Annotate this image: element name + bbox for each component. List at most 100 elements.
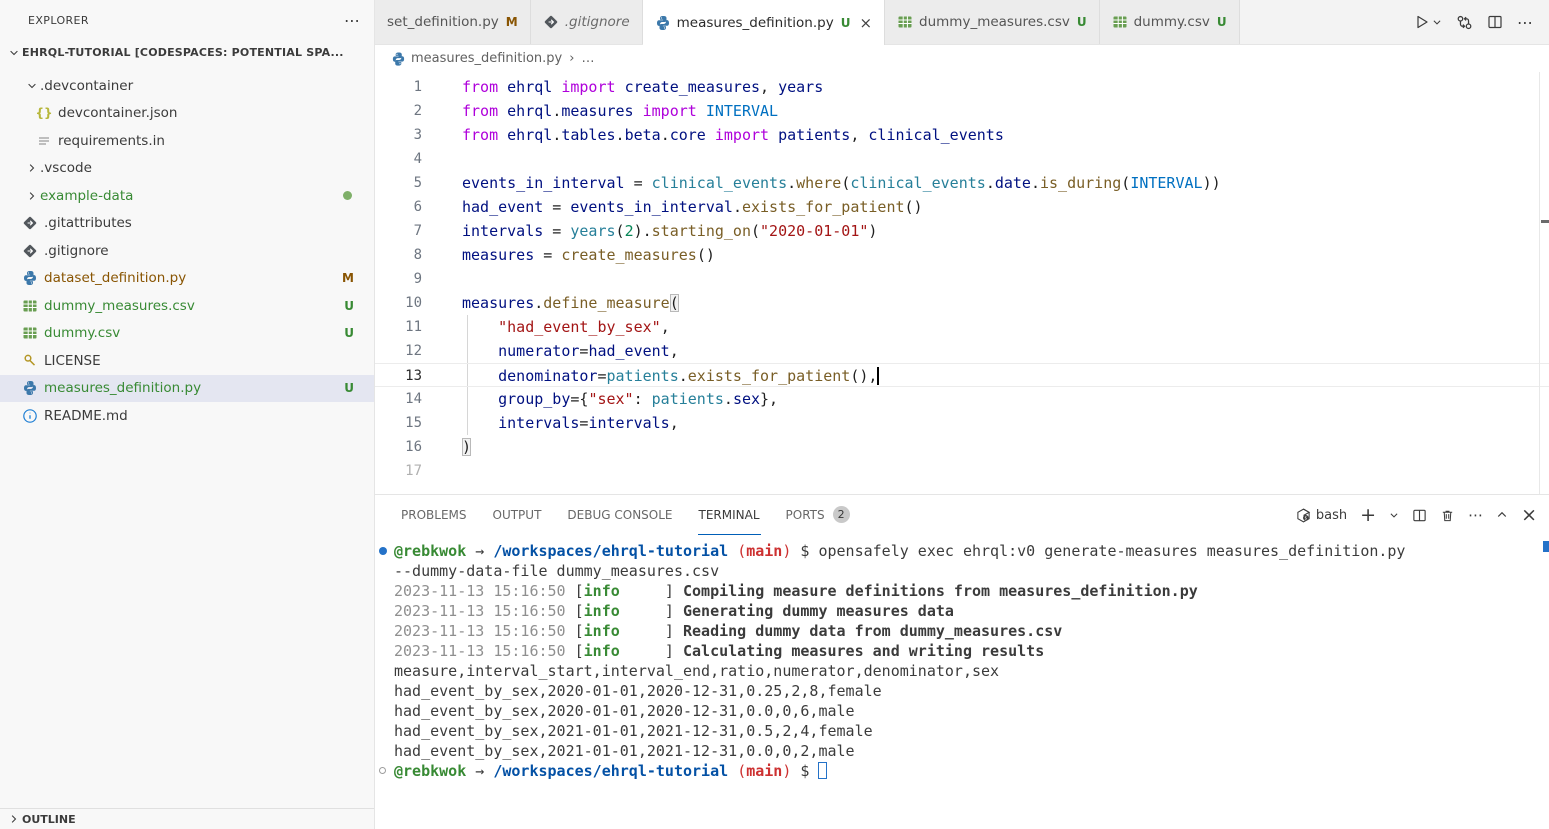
git-file-icon <box>543 14 559 30</box>
code-line-17: 17 <box>375 459 1549 483</box>
line-number: 17 <box>375 459 445 483</box>
code-editor[interactable]: 1from ehrql import create_measures, year… <box>375 72 1549 494</box>
panel-tab-debug-console[interactable]: DEBUG CONSOLE <box>566 495 673 535</box>
list-file-icon <box>36 133 52 149</box>
terminal-line: 2023-11-13 15:16:50 [info ] Compiling me… <box>375 581 1535 601</box>
code-line-6: 6had_event = events_in_interval.exists_f… <box>375 195 1549 219</box>
terminal-command-decoration <box>1543 541 1549 552</box>
tab-bar: set_definition.pyM.gitignoremeasures_def… <box>375 0 1549 45</box>
tab-measures-definition-py[interactable]: measures_definition.pyU× <box>643 0 885 45</box>
terminal-gutter <box>375 601 394 621</box>
panel-tab-problems[interactable]: PROBLEMS <box>400 495 468 535</box>
code-line-1: 1from ehrql import create_measures, year… <box>375 75 1549 99</box>
file-label: dummy_measures.csv <box>44 298 195 314</box>
shell-label: bash <box>1316 508 1347 523</box>
panel-tab-output[interactable]: OUTPUT <box>492 495 543 535</box>
editor-scrollbar[interactable] <box>1539 72 1549 494</box>
terminal-gutter <box>375 701 394 721</box>
open-changes-icon[interactable] <box>1456 14 1473 31</box>
explorer-more-actions-icon[interactable]: ⋯ <box>344 11 360 30</box>
line-number: 4 <box>375 147 445 171</box>
terminal-dropdown-icon[interactable] <box>1389 510 1399 520</box>
tree-item-dummy-csv[interactable]: dummy.csv U <box>0 320 374 348</box>
tab-dummy-measures-csv[interactable]: dummy_measures.csv U <box>885 0 1100 44</box>
code-line-10: 10measures.define_measure( <box>375 291 1549 315</box>
file-label: .gitignore <box>44 243 109 259</box>
tab-label: set_definition.py <box>387 14 499 30</box>
tree-item-devcontainer-json[interactable]: {} devcontainer.json <box>0 100 374 128</box>
terminal-line: measure,interval_start,interval_end,rati… <box>375 661 1535 681</box>
close-panel-icon[interactable]: × <box>1521 504 1537 526</box>
line-number: 15 <box>375 411 445 435</box>
tree-item-license[interactable]: LICENSE <box>0 347 374 375</box>
code-line-15: 15 intervals=intervals, <box>375 411 1549 435</box>
kill-terminal-button[interactable] <box>1440 508 1455 523</box>
chevron-down-icon <box>24 78 40 94</box>
tree-item-measures-definition-py[interactable]: measures_definition.pyU <box>0 375 374 403</box>
split-editor-button[interactable] <box>1487 14 1503 30</box>
terminal-gutter <box>375 561 394 581</box>
panel-more-actions-icon[interactable]: ⋯ <box>1468 506 1483 524</box>
tree-item-dummy-measures-csv[interactable]: dummy_measures.csvU <box>0 292 374 320</box>
line-number: 6 <box>375 195 445 219</box>
tree-item-dataset-definition-py[interactable]: dataset_definition.pyM <box>0 265 374 293</box>
close-tab-icon[interactable]: × <box>859 14 872 32</box>
git-file-icon <box>22 215 38 231</box>
tree-item--vscode[interactable]: .vscode <box>0 155 374 183</box>
line-number: 11 <box>375 315 445 339</box>
tree-item-readme-md[interactable]: README.md <box>0 402 374 430</box>
tab-label: dummy_measures.csv <box>919 14 1070 30</box>
file-label: dummy.csv <box>44 325 120 341</box>
tab--gitignore[interactable]: .gitignore <box>531 0 643 44</box>
code-text: from ehrql import create_measures, years <box>445 75 823 99</box>
terminal-gutter <box>375 581 394 601</box>
line-number: 7 <box>375 219 445 243</box>
maximize-panel-icon[interactable] <box>1496 509 1508 521</box>
terminal-gutter <box>375 721 394 741</box>
file-label: README.md <box>44 408 128 424</box>
panel-tab-ports[interactable]: PORTS2 <box>785 495 851 535</box>
file-label: LICENSE <box>44 353 101 369</box>
tab-git-status-badge: U <box>1077 15 1087 29</box>
run-python-file-button[interactable] <box>1414 14 1442 30</box>
file-label: devcontainer.json <box>58 105 177 121</box>
code-line-4: 4 <box>375 147 1549 171</box>
terminal-output[interactable]: @rebkwok → /workspaces/ehrql-tutorial (m… <box>375 541 1535 829</box>
line-number: 12 <box>375 339 445 363</box>
csv-file-icon <box>897 14 913 30</box>
file-label: dataset_definition.py <box>44 270 186 286</box>
code-text: ) <box>445 435 471 459</box>
explorer-sidebar: EXPLORER ⋯ EHRQL-TUTORIAL [CODESPACES: P… <box>0 0 375 829</box>
tab-git-status-badge: U <box>1217 15 1227 29</box>
terminal-shell-selector[interactable]: $ bash <box>1296 508 1347 523</box>
tree-item--gitignore[interactable]: .gitignore <box>0 237 374 265</box>
file-label: requirements.in <box>58 133 165 149</box>
file-label: measures_definition.py <box>44 380 201 396</box>
bottom-panel: PROBLEMS OUTPUT DEBUG CONSOLE TERMINAL PORTS… <box>375 494 1549 829</box>
new-terminal-button[interactable]: + <box>1360 504 1376 526</box>
tree-item--devcontainer[interactable]: .devcontainer <box>0 72 374 100</box>
split-terminal-button[interactable] <box>1412 508 1427 523</box>
sidebar-root-folder[interactable]: EHRQL-TUTORIAL [CODESPACES: POTENTIAL SP… <box>0 40 374 65</box>
file-label: .devcontainer <box>40 78 133 94</box>
editor-more-actions-icon[interactable]: ⋯ <box>1517 13 1533 32</box>
breadcrumb-symbol-more[interactable]: … <box>581 51 594 66</box>
tab-set-definition-py[interactable]: set_definition.pyM <box>375 0 531 44</box>
panel-tab-label: TERMINAL <box>699 508 760 522</box>
vscode-window: EXPLORER ⋯ EHRQL-TUTORIAL [CODESPACES: P… <box>0 0 1549 829</box>
outline-section-header[interactable]: OUTLINE <box>0 808 374 829</box>
breadcrumb[interactable]: measures_definition.py › … <box>375 45 1549 72</box>
tab-dummy-csv[interactable]: dummy.csvU <box>1100 0 1240 44</box>
git-status-badge: U <box>344 326 354 340</box>
json-file-icon: {} <box>36 105 52 121</box>
code-text: measures = create_measures() <box>445 243 715 267</box>
panel-tab-terminal[interactable]: TERMINAL <box>698 495 761 535</box>
tree-item-example-data[interactable]: example-data <box>0 182 374 210</box>
code-text: denominator=patients.exists_for_patient(… <box>445 364 879 386</box>
tree-item-requirements-in[interactable]: requirements.in <box>0 127 374 155</box>
terminal-line: 2023-11-13 15:16:50 [info ] Generating d… <box>375 601 1535 621</box>
tree-item--gitattributes[interactable]: .gitattributes <box>0 210 374 238</box>
code-text: from ehrql.measures import INTERVAL <box>445 99 778 123</box>
breadcrumb-file[interactable]: measures_definition.py <box>411 51 562 66</box>
csv-file-icon <box>22 325 38 341</box>
